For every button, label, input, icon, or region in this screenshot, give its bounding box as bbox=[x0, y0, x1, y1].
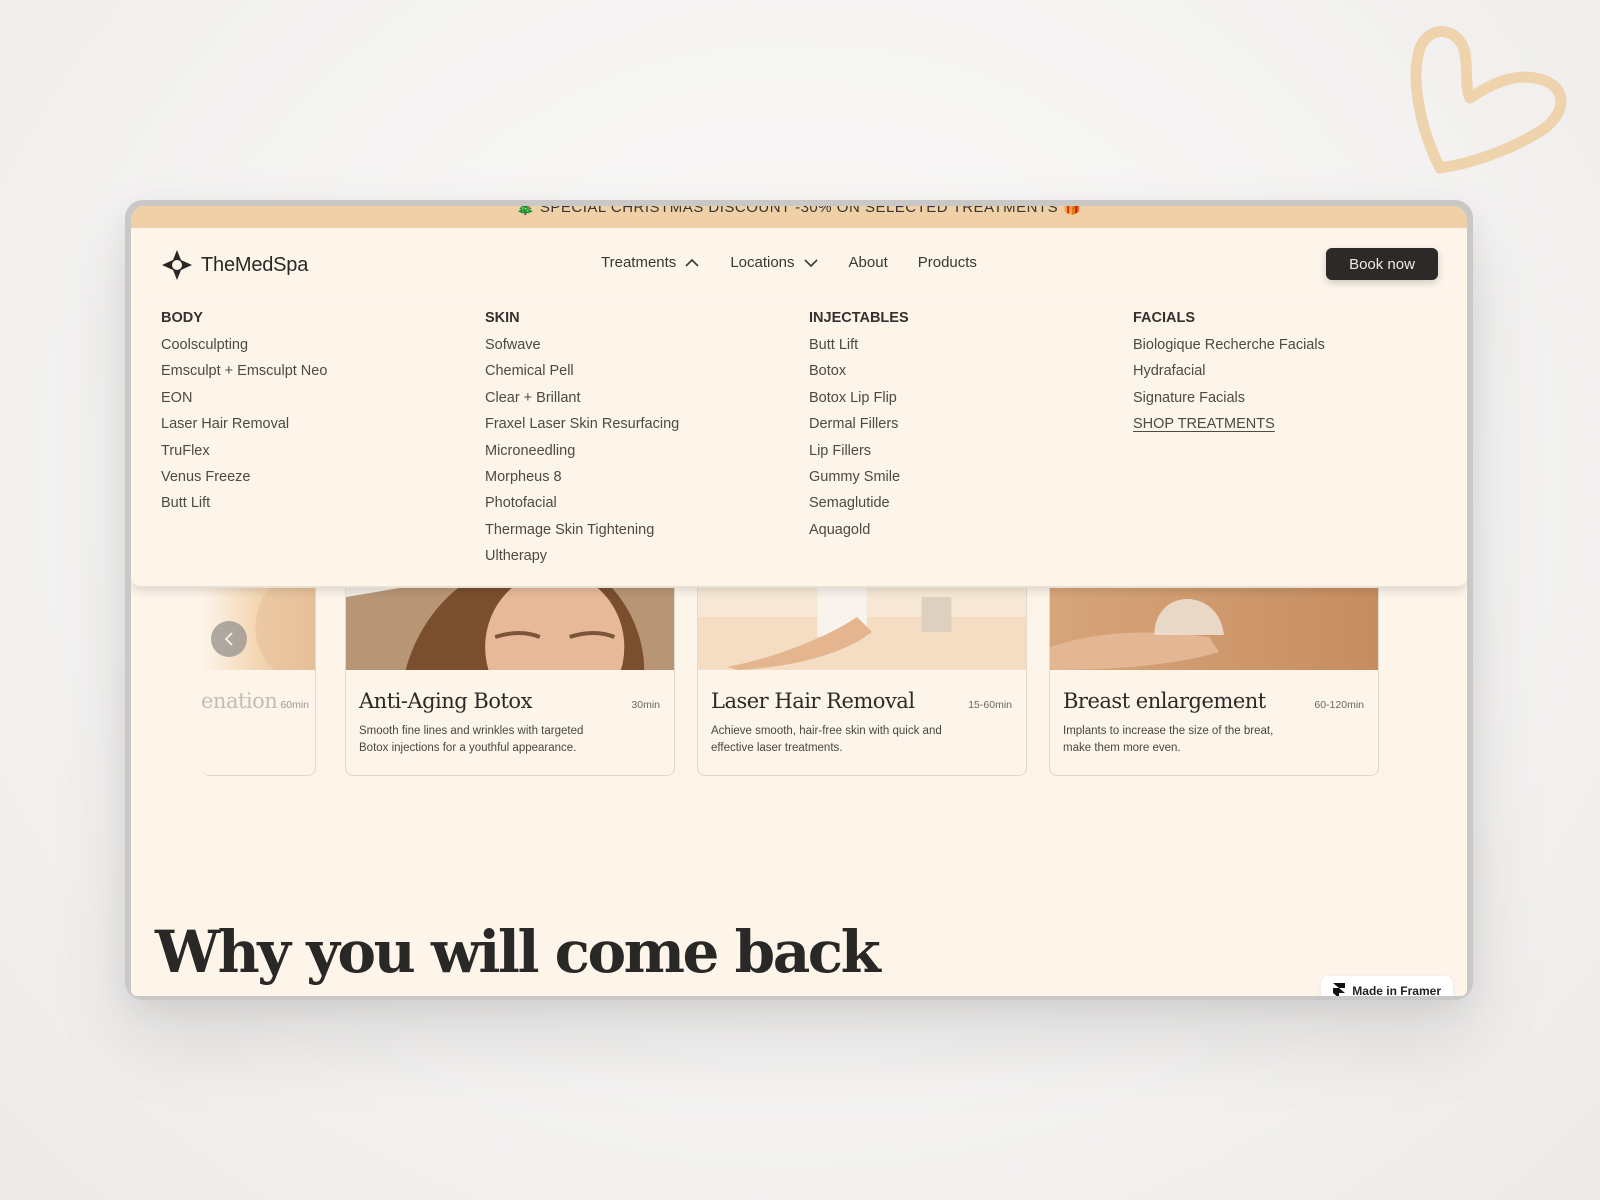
card-body: Breast enlargement 60-120min Implants to… bbox=[1050, 675, 1378, 771]
menu-item[interactable]: Botox Lip Flip bbox=[809, 389, 909, 415]
card-title: Anti-Aging Botox bbox=[359, 689, 532, 713]
card-description: Implants to increase the size of the bre… bbox=[1063, 725, 1274, 754]
card-duration: 60min bbox=[280, 699, 309, 711]
treatment-card[interactable]: enation 60min bbox=[201, 556, 316, 776]
menu-item[interactable]: Coolsculpting bbox=[161, 336, 327, 362]
section-headline: Why you will come back bbox=[155, 918, 881, 986]
menu-item[interactable]: Clear + Brillant bbox=[485, 389, 679, 415]
menu-item[interactable]: Butt Lift bbox=[809, 336, 909, 362]
card-duration: 60-120min bbox=[1314, 699, 1364, 711]
nav-products[interactable]: Products bbox=[918, 254, 977, 271]
menu-item[interactable]: Butt Lift bbox=[161, 494, 327, 520]
card-body: Laser Hair Removal 15-60min Achieve smoo… bbox=[698, 675, 1026, 771]
logo-mark-icon bbox=[162, 250, 192, 280]
menu-item[interactable]: Ultherapy bbox=[485, 547, 679, 573]
promo-banner-text: 🎄 SPECIAL CHRISTMAS DISCOUNT -30% ON SEL… bbox=[516, 206, 1082, 216]
menu-item[interactable]: Chemical Pell bbox=[485, 362, 679, 388]
card-description: Achieve smooth, hair-free skin with quic… bbox=[711, 725, 942, 754]
card-description: Smooth fine lines and wrinkles with targ… bbox=[359, 725, 584, 754]
book-now-button[interactable]: Book now bbox=[1326, 248, 1438, 280]
menu-item[interactable]: EON bbox=[161, 389, 327, 415]
menu-item[interactable]: Thermage Skin Tightening bbox=[485, 521, 679, 547]
menu-heading: BODY bbox=[161, 310, 203, 326]
nav-products-label: Products bbox=[917, 254, 977, 271]
menu-item[interactable]: Hydrafacial bbox=[1133, 362, 1325, 388]
menu-column-facials: FACIALS Biologique Recherche Facials Hyd… bbox=[1133, 310, 1325, 442]
treatments-mega-menu: BODY Coolsculpting Emsculpt + Emsculpt N… bbox=[131, 298, 1467, 588]
menu-item[interactable]: Fraxel Laser Skin Resurfacing bbox=[485, 415, 679, 441]
menu-item[interactable]: Venus Freeze bbox=[161, 468, 327, 494]
nav-locations-label: Locations bbox=[730, 254, 795, 271]
card-duration: 15-60min bbox=[968, 699, 1012, 711]
card-body: enation 60min bbox=[201, 675, 315, 713]
treatment-card[interactable]: Anti-Aging Botox 30min Smooth fine lines… bbox=[345, 556, 675, 776]
treatment-card[interactable]: Laser Hair Removal 15-60min Achieve smoo… bbox=[697, 556, 1027, 776]
nav-locations[interactable]: Locations bbox=[730, 254, 818, 271]
site-header: TheMedSpa Treatments Locations About Pro… bbox=[131, 228, 1467, 298]
shop-treatments-link[interactable]: SHOP TREATMENTS bbox=[1133, 415, 1325, 441]
chevron-left-icon bbox=[224, 632, 233, 646]
menu-heading: SKIN bbox=[485, 310, 520, 326]
menu-item[interactable]: Emsculpt + Emsculpt Neo bbox=[161, 362, 327, 388]
menu-item[interactable]: Signature Facials bbox=[1133, 389, 1325, 415]
heart-decoration-icon bbox=[1410, 26, 1567, 174]
website-screen: 🎄 SPECIAL CHRISTMAS DISCOUNT -30% ON SEL… bbox=[131, 206, 1467, 996]
made-in-framer-badge[interactable]: Made in Framer bbox=[1321, 976, 1453, 996]
nav-treatments[interactable]: Treatments bbox=[601, 254, 700, 271]
menu-heading: INJECTABLES bbox=[809, 310, 909, 326]
menu-column-body: BODY Coolsculpting Emsculpt + Emsculpt N… bbox=[161, 310, 327, 521]
menu-item[interactable]: Lip Fillers bbox=[809, 442, 909, 468]
menu-item[interactable]: Microneedling bbox=[485, 442, 679, 468]
nav-about-label: About bbox=[848, 254, 888, 271]
main-nav: Treatments Locations About Products bbox=[601, 254, 977, 271]
promo-banner: 🎄 SPECIAL CHRISTMAS DISCOUNT -30% ON SEL… bbox=[131, 206, 1467, 228]
menu-column-injectables: INJECTABLES Butt Lift Botox Botox Lip Fl… bbox=[809, 310, 909, 547]
menu-item[interactable]: Laser Hair Removal bbox=[161, 415, 327, 441]
menu-item[interactable]: Aquagold bbox=[809, 521, 909, 547]
menu-item[interactable]: Gummy Smile bbox=[809, 468, 909, 494]
logo[interactable]: TheMedSpa bbox=[161, 249, 308, 281]
treatment-carousel: enation 60min Anti-Aging Botox 30min Smo… bbox=[131, 556, 1467, 806]
menu-item[interactable]: Botox bbox=[809, 362, 909, 388]
card-title: enation bbox=[201, 689, 278, 713]
menu-item[interactable]: Biologique Recherche Facials bbox=[1133, 336, 1325, 362]
menu-item[interactable]: Dermal Fillers bbox=[809, 415, 909, 441]
menu-item[interactable]: Photofacial bbox=[485, 494, 679, 520]
chevron-up-icon bbox=[685, 258, 699, 267]
made-in-framer-label: Made in Framer bbox=[1352, 984, 1441, 996]
browser-frame: 🎄 SPECIAL CHRISTMAS DISCOUNT -30% ON SEL… bbox=[125, 200, 1473, 1000]
framer-logo-icon bbox=[1333, 983, 1346, 996]
logo-text: TheMedSpa bbox=[201, 253, 309, 276]
card-body: Anti-Aging Botox 30min Smooth fine lines… bbox=[346, 675, 674, 771]
card-duration: 30min bbox=[631, 699, 660, 711]
menu-item[interactable]: Sofwave bbox=[485, 336, 679, 362]
menu-item[interactable]: TruFlex bbox=[161, 442, 327, 468]
menu-column-skin: SKIN Sofwave Chemical Pell Clear + Brill… bbox=[485, 310, 679, 574]
chevron-down-icon bbox=[803, 258, 818, 267]
menu-item[interactable]: Morpheus 8 bbox=[485, 468, 679, 494]
carousel-prev-button[interactable] bbox=[211, 621, 247, 657]
nav-about[interactable]: About bbox=[849, 254, 888, 271]
nav-treatments-label: Treatments bbox=[601, 254, 677, 271]
treatment-card[interactable]: Breast enlargement 60-120min Implants to… bbox=[1049, 556, 1379, 776]
menu-item[interactable]: Semaglutide bbox=[809, 494, 909, 520]
menu-heading: FACIALS bbox=[1133, 310, 1196, 326]
